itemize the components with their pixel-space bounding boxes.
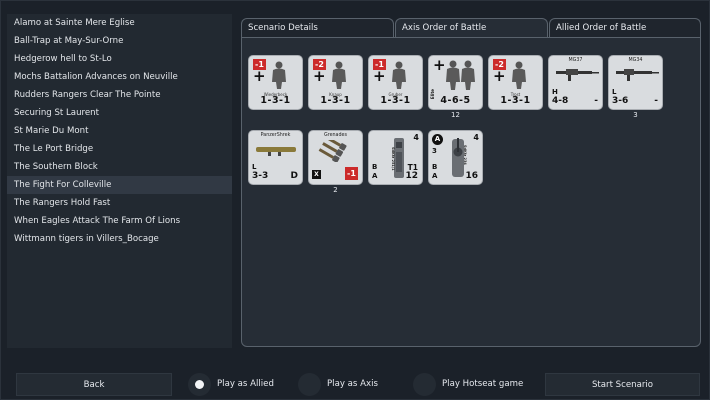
vehicle-name: SdKfz 251/1 — [391, 147, 395, 171]
scenario-item[interactable]: The Le Port Bridge — [7, 140, 232, 158]
weapon-class: H — [552, 88, 558, 96]
radio-label: Play as Allied — [217, 379, 274, 389]
unit-counter-leader[interactable]: -1 + Wiederbeck 1-3-1 — [248, 55, 303, 110]
unit-count: 3 — [633, 111, 638, 119]
scenario-item-selected[interactable]: The Fight For Colleville — [7, 176, 232, 194]
radio-label: Play as Axis — [327, 379, 378, 389]
play-as-axis-option[interactable]: Play as Axis — [298, 373, 398, 396]
unit-counter-weapon[interactable]: Grenades X -1 — [308, 130, 363, 185]
vehicle-name: SdKfz 234 — [463, 145, 467, 165]
oob-tabs: Scenario Details Axis Order of Battle Al… — [241, 18, 701, 38]
unit-counter-leader[interactable]: -2 + Knaup 1-3-1 — [308, 55, 363, 110]
grenades-icon — [318, 140, 347, 162]
weapon-breakdown: - — [654, 96, 658, 106]
radio-button[interactable] — [413, 373, 436, 396]
weapon-name: MG37 — [568, 58, 583, 63]
iron-cross-icon: + — [253, 67, 266, 85]
iron-cross-icon: + — [493, 67, 506, 85]
tab-allied-order-of-battle[interactable]: Allied Order of Battle — [549, 18, 701, 38]
scenario-item[interactable]: When Eagles Attack The Farm Of Lions — [7, 212, 232, 230]
play-as-allied-option[interactable]: Play as Allied — [188, 373, 288, 396]
scenario-item[interactable]: Mochs Battalion Advances on Neuville — [7, 68, 232, 86]
scenario-list[interactable]: Alamo at Sainte Mere Eglise Ball-Trap at… — [7, 14, 232, 348]
scenario-item[interactable]: Hedgerow hell to St-Lo — [7, 50, 232, 68]
iron-cross-icon: + — [313, 67, 326, 85]
vehicle-mg-class: A — [372, 172, 378, 180]
unit-stats: 1-3-1 — [500, 95, 531, 106]
unit-counter-weapon[interactable]: MG37 H 4-8 - — [548, 55, 603, 110]
start-scenario-button[interactable]: Start Scenario — [545, 373, 700, 396]
squad-figures-icon — [446, 60, 475, 90]
unit-counter-squad[interactable]: + Elite 4-6-5 — [428, 55, 483, 110]
weapon-stats: 4-8 — [552, 96, 569, 106]
vehicle-armor: 4 — [413, 133, 419, 142]
unit-stats: 4-6-5 — [440, 95, 471, 106]
unit-stats: 1-3-1 — [320, 95, 351, 106]
scenario-item[interactable]: The Southern Block — [7, 158, 232, 176]
weapon-breakdown: D — [290, 171, 298, 181]
scenario-item[interactable]: Rudders Rangers Clear The Pointe — [7, 86, 232, 104]
weapon-stats: 3-3 — [252, 171, 269, 181]
weapon-class: X — [312, 170, 321, 179]
tab-axis-order-of-battle[interactable]: Axis Order of Battle — [395, 18, 548, 38]
radio-button[interactable] — [188, 373, 211, 396]
leader-figure-icon — [332, 61, 346, 89]
panzerschreck-icon — [256, 147, 296, 156]
leader-figure-icon — [392, 61, 406, 89]
radio-label: Play Hotseat game — [442, 379, 524, 389]
unit-count: 2 — [333, 186, 338, 194]
machine-gun-icon — [556, 69, 599, 81]
vehicle-gun-class: B — [432, 163, 438, 171]
scenario-item[interactable]: Wittmann tigers in Villers_Bocage — [7, 230, 232, 248]
scenario-item[interactable]: St Marie Du Mont — [7, 122, 232, 140]
unit-counter-weapon[interactable]: PanzerShrek L 3-3 D — [248, 130, 303, 185]
vehicle-front-armor: 3 — [432, 147, 437, 155]
vehicle-turret-marker: A — [432, 134, 443, 145]
vehicle-armor: 4 — [473, 133, 479, 142]
scenario-item[interactable]: Alamo at Sainte Mere Eglise — [7, 14, 232, 32]
weapon-breakdown: - — [594, 96, 598, 106]
vehicle-gun-class: B — [372, 163, 378, 171]
weapon-name: MG34 — [628, 58, 643, 63]
iron-cross-icon: + — [373, 67, 386, 85]
weapon-name: PanzerShrek — [260, 133, 291, 138]
weapon-class: L — [252, 163, 257, 171]
unit-counter-leader[interactable]: -2 + Trost 1-3-1 — [488, 55, 543, 110]
scenario-item[interactable]: The Rangers Hold Fast — [7, 194, 232, 212]
unit-counter-vehicle[interactable]: 4 SdKfz 251/1 B A T1 12 — [368, 130, 423, 185]
leader-figure-icon — [272, 61, 286, 89]
weapon-stats: 3-6 — [612, 96, 629, 106]
machine-gun-icon — [616, 69, 659, 81]
vehicle-movement: 12 — [405, 171, 418, 181]
scenario-item[interactable]: Ball-Trap at May-Sur-Orne — [7, 32, 232, 50]
vehicle-mg-class: A — [432, 172, 438, 180]
leader-figure-icon — [512, 61, 526, 89]
unit-stats: 1-3-1 — [260, 95, 291, 106]
radio-button[interactable] — [298, 373, 321, 396]
unit-counter-vehicle[interactable]: A 3 4 SdKfz 234 B A 16 — [428, 130, 483, 185]
play-hotseat-option[interactable]: Play Hotseat game — [413, 373, 533, 396]
vehicle-movement: 16 — [465, 171, 478, 181]
tab-scenario-details[interactable]: Scenario Details — [241, 18, 394, 38]
unit-stats: 1-3-1 — [380, 95, 411, 106]
unit-row: -1 + Wiederbeck 1-3-1 -2 + Knaup 1-3-1 -… — [248, 55, 696, 125]
weapon-class: L — [612, 88, 617, 96]
unit-count: 12 — [451, 111, 460, 119]
weapon-name: Grenades — [323, 133, 347, 138]
unit-counter-leader[interactable]: -1 + Gruber 1-3-1 — [368, 55, 423, 110]
order-of-battle-panel: -1 + Wiederbeck 1-3-1 -2 + Knaup 1-3-1 -… — [241, 37, 701, 347]
back-button[interactable]: Back — [16, 373, 172, 396]
unit-counter-weapon[interactable]: MG34 L 3-6 - — [608, 55, 663, 110]
weapon-modifier: -1 — [345, 167, 358, 180]
unit-row: PanzerShrek L 3-3 D Grenades X -1 2 4 Sd… — [248, 130, 696, 200]
scenario-item[interactable]: Securing St Laurent — [7, 104, 232, 122]
